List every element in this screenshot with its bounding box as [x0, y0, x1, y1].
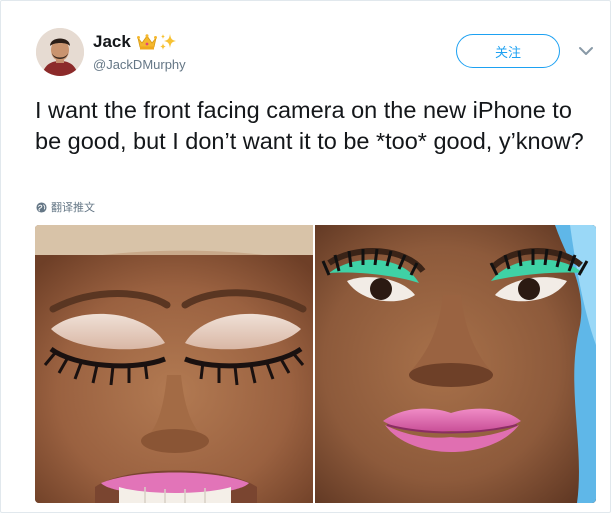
- crown-icon: [136, 34, 157, 50]
- follow-button[interactable]: 关注: [456, 34, 560, 68]
- photo-image: [315, 225, 596, 503]
- avatar[interactable]: [36, 28, 84, 76]
- tweet-text: I want the front facing camera on the ne…: [35, 97, 584, 154]
- translate-label: 翻译推文: [51, 202, 95, 214]
- sparkles-icon: [159, 34, 176, 50]
- tweet-media: [35, 225, 596, 503]
- name-row: Jack: [93, 32, 186, 52]
- avatar-image: [36, 28, 84, 76]
- display-name[interactable]: Jack: [93, 32, 131, 52]
- tweet-photo-1[interactable]: [35, 225, 313, 503]
- globe-icon: [36, 201, 47, 213]
- chevron-down-icon[interactable]: [578, 44, 594, 58]
- user-handle[interactable]: @JackDMurphy: [93, 57, 186, 72]
- tweet-card: Jack @JackDMurphy 关注 I want the front fa…: [0, 0, 611, 513]
- user-info[interactable]: Jack @JackDMurphy: [93, 32, 186, 72]
- tweet-photo-2[interactable]: [315, 225, 596, 503]
- translate-tweet-link[interactable]: 翻译推文: [36, 199, 95, 215]
- photo-image: [35, 225, 313, 503]
